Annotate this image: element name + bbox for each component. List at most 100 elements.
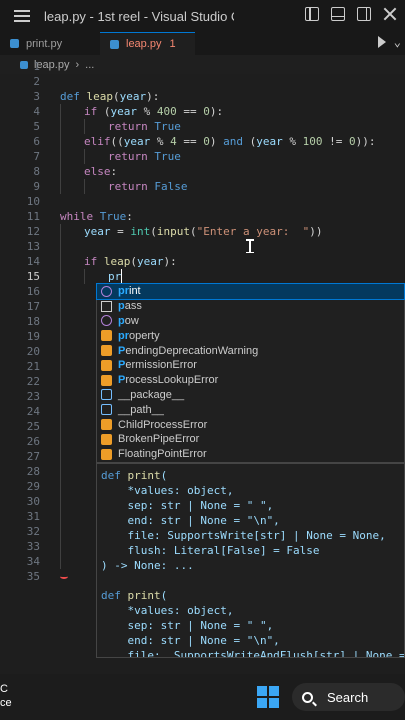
- suggestion-label: ermissionError: [125, 359, 197, 372]
- code-token: =: [110, 225, 131, 238]
- suggestion-label: __package__: [118, 388, 185, 401]
- code-token: :: [110, 165, 118, 178]
- method-icon: [101, 315, 112, 327]
- code-token: input: [156, 225, 190, 238]
- variable-icon: [101, 389, 112, 401]
- suggestion-item[interactable]: __path__: [97, 402, 404, 417]
- line-number-row: 1: [0, 59, 405, 74]
- class-icon: [101, 448, 112, 460]
- suggestion-label: FloatingPointError: [118, 448, 207, 461]
- signature-line: *values: object,: [101, 484, 234, 497]
- text-caret: [121, 269, 122, 283]
- code-token: ==: [176, 105, 204, 118]
- line-number: 13: [26, 240, 40, 253]
- code-token: ):: [209, 105, 224, 118]
- suggestion-item[interactable]: __package__: [97, 388, 404, 403]
- toggle-panel-icon[interactable]: [331, 7, 345, 21]
- code-token: year: [110, 105, 138, 118]
- suggestion-item[interactable]: pr int: [96, 283, 405, 300]
- code-token: 400: [156, 105, 177, 118]
- suggestion-item[interactable]: p ow: [97, 314, 404, 329]
- tab-print-py[interactable]: print.py: [0, 32, 100, 55]
- class-icon: [101, 330, 112, 342]
- suggestion-item[interactable]: p ass: [97, 299, 404, 314]
- suggestion-match: pr: [118, 285, 129, 298]
- code-token: else: [84, 165, 111, 178]
- line-number: 27: [26, 450, 40, 463]
- code-token: return: [108, 120, 155, 133]
- code-token: pr: [108, 270, 122, 283]
- signature-line: def print(: [101, 469, 168, 482]
- code-token: if: [84, 255, 104, 268]
- suggestion-item[interactable]: PermissionError: [97, 358, 404, 373]
- python-file-icon: [10, 39, 19, 48]
- suggestion-item[interactable]: ChildProcessError: [97, 417, 404, 432]
- code-token: (: [243, 135, 257, 148]
- line-number: 18: [26, 315, 40, 328]
- code-token: 4: [170, 135, 177, 148]
- taskbar-left-widget[interactable]: C ce: [0, 682, 12, 710]
- code-token: ==: [176, 135, 204, 148]
- code-token: (: [103, 105, 111, 118]
- code-token: year: [137, 255, 164, 268]
- line-number: 34: [26, 555, 40, 568]
- code-token: )):: [355, 135, 376, 148]
- variable-icon: [101, 404, 112, 416]
- code-token: (: [130, 255, 137, 268]
- signature-line: ) -> None: ...: [101, 559, 194, 572]
- line-number: 1: [33, 60, 40, 73]
- line-number: 26: [26, 435, 40, 448]
- code-token: 100: [302, 135, 323, 148]
- code-token: )): [309, 225, 323, 238]
- code-token: leap: [103, 255, 131, 268]
- line-number-row: 10: [0, 194, 405, 209]
- line-number: 25: [26, 420, 40, 433]
- suggestion-match: pr: [118, 329, 129, 342]
- suggestion-match: P: [118, 344, 126, 357]
- keyword-icon: [101, 300, 112, 312]
- signature-line: [101, 573, 400, 588]
- code-token: True: [99, 210, 127, 223]
- class-icon: [101, 433, 112, 445]
- code-token: year: [256, 135, 283, 148]
- code-token: 0: [203, 105, 210, 118]
- windows-start-icon[interactable]: [257, 686, 279, 708]
- toggle-primary-sidebar-icon[interactable]: [305, 7, 319, 21]
- signature-line: file: _SupportsWriteAndFlush[str] | None…: [101, 649, 405, 658]
- suggestion-item[interactable]: BrokenPipeError: [97, 432, 404, 447]
- toggle-secondary-sidebar-icon[interactable]: [357, 7, 371, 21]
- suggestion-item[interactable]: PendingDeprecationWarning: [97, 343, 404, 358]
- taskbar-search[interactable]: Search: [292, 683, 405, 711]
- suggestion-item[interactable]: ProcessLookupError: [97, 373, 404, 388]
- line-number: 17: [26, 300, 40, 313]
- autocomplete-list[interactable]: pr int p ass p ow pr operty PendingDeprecationWa…: [96, 283, 405, 463]
- suggestion-item[interactable]: pr operty: [97, 328, 404, 343]
- signature-line: flush: Literal[False] = False: [101, 544, 320, 557]
- close-icon[interactable]: [383, 7, 397, 21]
- class-icon: [101, 374, 112, 386]
- class-icon: [101, 419, 112, 431]
- line-number: 22: [26, 375, 40, 388]
- menu-icon[interactable]: [14, 10, 30, 22]
- suggestion-label: ChildProcessError: [118, 418, 208, 431]
- suggestion-match: p: [118, 314, 125, 327]
- code-token: !=: [322, 135, 349, 148]
- suggestion-item[interactable]: FloatingPointError: [97, 447, 404, 462]
- code-token: ):: [146, 90, 160, 103]
- run-icon[interactable]: [377, 36, 386, 48]
- code-token: False: [154, 180, 188, 193]
- widget-text: C: [0, 683, 8, 695]
- suggestion-label: rocessLookupError: [125, 374, 219, 387]
- signature-line: sep: str | None = " ",: [101, 499, 274, 512]
- code-token: return: [108, 150, 155, 163]
- signature-line: end: str | None = "\n",: [101, 634, 280, 647]
- error-squiggle: [60, 574, 68, 579]
- run-dropdown-icon[interactable]: ⌄: [394, 35, 401, 49]
- line-number: 2: [33, 75, 40, 88]
- suggestion-match: p: [118, 300, 125, 313]
- tab-label: print.py: [26, 37, 63, 50]
- line-number: 23: [26, 390, 40, 403]
- line-number: 10: [26, 195, 40, 208]
- tab-leap-py[interactable]: leap.py 1: [100, 32, 195, 55]
- code-token: and: [223, 135, 243, 148]
